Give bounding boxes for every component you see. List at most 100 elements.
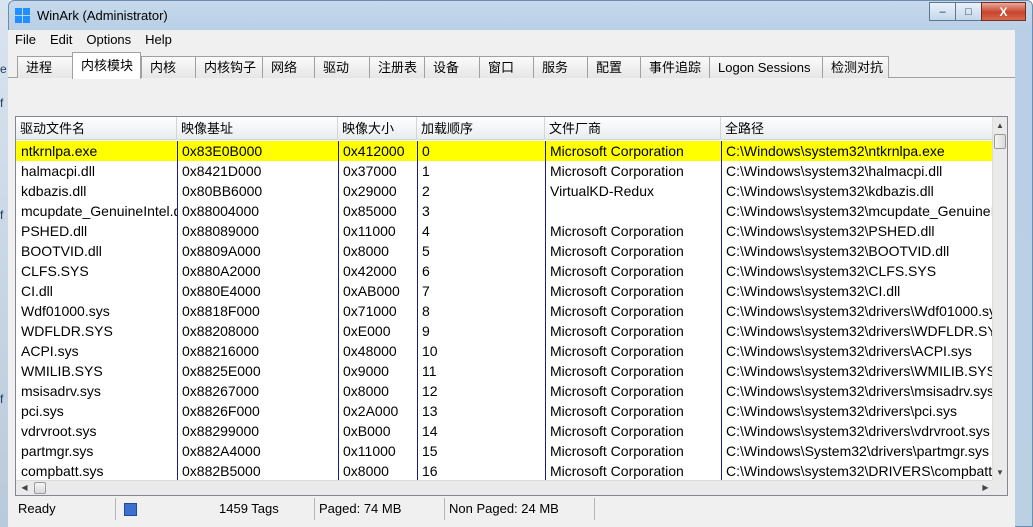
cell-full-path: C:\Windows\system32\drivers\WMILIB.SYS (726, 363, 994, 379)
column-header-full-path[interactable]: 全路径 (721, 117, 994, 140)
column-header-image-base[interactable]: 映像基址 (177, 117, 338, 140)
scroll-down-icon[interactable]: ▼ (993, 464, 1007, 481)
cell-image-base: 0x88208000 (182, 323, 260, 339)
desktop-text: e (0, 62, 7, 76)
cell-image-base: 0x8818F000 (182, 303, 260, 319)
tab-event-trace[interactable]: 事件追踪 (640, 56, 710, 78)
column-header-load-order[interactable]: 加载顺序 (417, 117, 545, 140)
tab-services[interactable]: 服务 (533, 56, 588, 78)
cell-image-base: 0x88216000 (182, 343, 260, 359)
desktop-text: f (0, 208, 4, 222)
cell-vendor: Microsoft Corporation (550, 243, 684, 259)
tab-windows[interactable]: 窗口 (479, 56, 534, 78)
tab-devices[interactable]: 设备 (424, 56, 480, 78)
title-bar[interactable]: WinArk (Administrator) – □ X (9, 1, 1032, 31)
column-divider (545, 141, 546, 483)
table-row[interactable]: ACPI.sys 0x88216000 0x48000 10 Microsoft Cor… (16, 341, 994, 361)
tab-registry[interactable]: 注册表 (369, 56, 425, 78)
cell-image-size: 0x48000 (343, 343, 397, 359)
tab-anti-detection[interactable]: 检测对抗 (822, 56, 889, 78)
cell-vendor: Microsoft Corporation (550, 263, 684, 279)
table-row[interactable]: vdrvroot.sys 0x88299000 0xB000 14 Microsoft … (16, 421, 994, 441)
cell-vendor: Microsoft Corporation (550, 463, 684, 479)
cell-full-path: C:\Windows\system32\halmacpi.dll (726, 163, 943, 179)
column-header-driver-file[interactable]: 驱动文件名 (16, 117, 177, 140)
cell-image-size: 0x11000 (343, 443, 396, 459)
cell-driver-file: pci.sys (21, 403, 64, 419)
table-row[interactable]: mcupdate_GenuineIntel.dll 0x88004000 0x850… (16, 201, 994, 221)
cell-vendor: Microsoft Corporation (550, 143, 684, 159)
cell-image-base: 0x88004000 (182, 203, 260, 219)
vertical-scrollbar[interactable]: ▲ ▼ (992, 117, 1007, 481)
table-row[interactable]: PSHED.dll 0x88089000 0x11000 4 Microsoft Cor… (16, 221, 994, 241)
horizontal-scroll-thumb[interactable] (34, 482, 46, 494)
column-header-vendor[interactable]: 文件厂商 (545, 117, 721, 140)
cell-load-order: 11 (422, 363, 437, 379)
cell-vendor: Microsoft Corporation (550, 343, 684, 359)
cell-image-base: 0x80BB6000 (182, 183, 263, 199)
table-row[interactable]: Wdf01000.sys 0x8818F000 0x71000 8 Microsoft … (16, 301, 994, 321)
cell-image-size: 0x8000 (343, 243, 389, 259)
table-row[interactable]: msisadrv.sys 0x88267000 0x8000 12 Microsoft … (16, 381, 994, 401)
table-row[interactable]: pci.sys 0x8826F000 0x2A000 13 Microsoft Corp… (16, 401, 994, 421)
table-row[interactable]: CI.dll 0x880E4000 0xAB000 7 Microsoft Corpor… (16, 281, 994, 301)
cell-full-path: C:\Windows\system32\drivers\vdrvroot.sys (726, 423, 990, 439)
cell-image-size: 0x11000 (343, 223, 396, 239)
cell-driver-file: Wdf01000.sys (21, 303, 110, 319)
menu-file[interactable]: File (8, 30, 43, 50)
cell-image-size: 0x37000 (343, 163, 397, 179)
horizontal-scrollbar[interactable]: ◀ ▶ (16, 480, 994, 495)
cell-driver-file: kdbazis.dll (21, 183, 87, 199)
tab-config[interactable]: 配置 (587, 56, 641, 78)
cell-load-order: 0 (422, 143, 430, 159)
menu-help[interactable]: Help (138, 30, 179, 50)
column-header-image-size[interactable]: 映像大小 (338, 117, 417, 140)
cell-image-base: 0x83E0B000 (182, 143, 263, 159)
cell-image-size: 0x8000 (343, 383, 389, 399)
tab-kernel-hooks[interactable]: 内核钩子 (195, 56, 263, 78)
menu-options[interactable]: Options (79, 30, 138, 50)
table-row[interactable]: kdbazis.dll 0x80BB6000 0x29000 2 VirtualKD-R… (16, 181, 994, 201)
status-tags: 1459 Tags (215, 498, 315, 520)
tab-logon-sessions[interactable]: Logon Sessions (709, 56, 823, 78)
table-row[interactable]: WDFLDR.SYS 0x88208000 0xE000 9 Microsoft Cor… (16, 321, 994, 341)
cell-image-size: 0x71000 (343, 303, 397, 319)
minimize-button[interactable]: – (929, 2, 956, 21)
scroll-up-icon[interactable]: ▲ (993, 117, 1007, 134)
cell-image-size: 0x8000 (343, 463, 389, 479)
tab-network[interactable]: 网络 (262, 56, 315, 78)
cell-load-order: 10 (422, 343, 438, 359)
column-divider (417, 141, 418, 483)
menu-edit[interactable]: Edit (43, 30, 79, 50)
scroll-left-icon[interactable]: ◀ (16, 481, 33, 495)
close-button[interactable]: X (981, 2, 1026, 21)
cell-load-order: 14 (422, 423, 438, 439)
table-row[interactable]: partmgr.sys 0x882A4000 0x11000 15 Microsoft … (16, 441, 994, 461)
tab-processes[interactable]: 进程 (17, 56, 73, 78)
table-row[interactable]: CLFS.SYS 0x880A2000 0x42000 6 Microsoft Corp… (16, 261, 994, 281)
cell-vendor: Microsoft Corporation (550, 323, 684, 339)
table-row[interactable]: WMILIB.SYS 0x8825E000 0x9000 11 Microsoft Co… (16, 361, 994, 381)
vertical-scroll-thumb[interactable] (994, 134, 1006, 149)
cell-image-base: 0x88299000 (182, 423, 260, 439)
cell-full-path: C:\Windows\system32\drivers\WDFLDR.SYS (726, 323, 994, 339)
cell-image-size: 0x412000 (343, 143, 405, 159)
table-row[interactable]: BOOTVID.dll 0x8809A000 0x8000 5 Microsoft Co… (16, 241, 994, 261)
tab-drivers[interactable]: 驱动 (314, 56, 370, 78)
table-row[interactable]: compbatt.sys 0x882B5000 0x8000 16 Microsoft … (16, 461, 994, 481)
cell-image-base: 0x880A2000 (182, 263, 261, 279)
cell-driver-file: partmgr.sys (21, 443, 94, 459)
status-nonpaged: Non Paged: 24 MB (445, 498, 595, 520)
cell-vendor: Microsoft Corporation (550, 403, 684, 419)
maximize-button[interactable]: □ (955, 2, 982, 21)
column-divider (177, 141, 178, 483)
table-header: 驱动文件名 映像基址 映像大小 加载顺序 文件厂商 全路径 (16, 117, 994, 140)
cell-driver-file: WDFLDR.SYS (21, 323, 113, 339)
tab-kernel[interactable]: 内核 (141, 56, 196, 78)
table-row[interactable]: halmacpi.dll 0x8421D000 0x37000 1 Microsoft … (16, 161, 994, 181)
cell-full-path: C:\Windows\system32\mcupdate_GenuineInte… (726, 203, 994, 219)
cell-driver-file: PSHED.dll (21, 223, 88, 239)
cell-driver-file: CI.dll (21, 283, 53, 299)
tab-kernel-modules[interactable]: 内核模块 (72, 52, 141, 79)
table-row[interactable]: ntkrnlpa.exe 0x83E0B000 0x412000 0 Microsoft… (16, 141, 994, 161)
